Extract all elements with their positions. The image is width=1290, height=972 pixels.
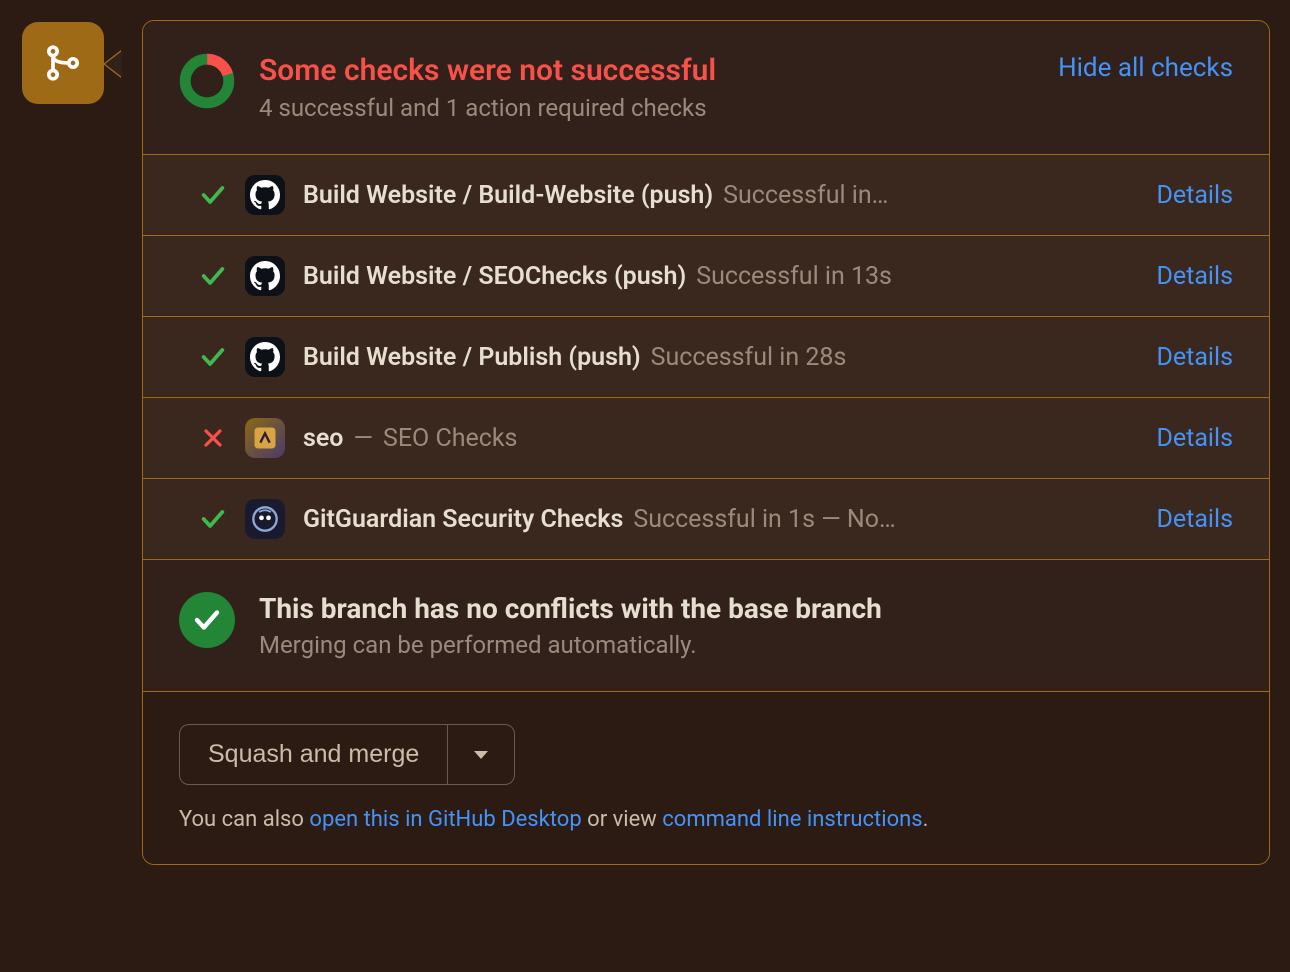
check-main: seo — SEO Checks <box>303 424 1138 453</box>
conflicts-section: This branch has no conflicts with the ba… <box>143 560 1269 692</box>
conflicts-title: This branch has no conflicts with the ba… <box>259 592 1233 625</box>
caret-down-icon <box>474 750 488 760</box>
checks-header: Some checks were not successful 4 succes… <box>143 21 1269 155</box>
squash-merge-button[interactable]: Squash and merge <box>180 725 448 784</box>
hint-text: . <box>923 807 929 832</box>
check-row: seo — SEO Checks Details <box>143 398 1269 479</box>
hint-text: You can also <box>179 807 309 832</box>
check-row: Build Website / SEOChecks (push) Successf… <box>143 236 1269 317</box>
conflicts-subtitle: Merging can be performed automatically. <box>259 631 1233 659</box>
merge-panel: Some checks were not successful 4 succes… <box>142 20 1270 865</box>
details-link[interactable]: Details <box>1156 505 1233 534</box>
check-status-text: Successful in 13s <box>696 262 892 291</box>
toggle-checks-link[interactable]: Hide all checks <box>1058 53 1233 83</box>
git-merge-icon <box>43 43 83 83</box>
actions-hint: You can also open this in GitHub Desktop… <box>179 807 1233 832</box>
app-icon <box>245 418 285 458</box>
success-circle-icon <box>179 592 235 648</box>
check-name: Build Website / SEOChecks (push) <box>303 262 686 291</box>
check-row: GitGuardian Security Checks Successful in… <box>143 479 1269 560</box>
check-failure-icon <box>199 426 227 450</box>
app-icon <box>245 256 285 296</box>
check-status-text: Successful in 1s — No… <box>633 505 895 534</box>
check-name: seo <box>303 424 343 453</box>
details-link[interactable]: Details <box>1156 424 1233 453</box>
check-success-icon <box>199 181 227 209</box>
app-icon <box>245 337 285 377</box>
check-main: GitGuardian Security Checks Successful in… <box>303 505 1138 534</box>
check-success-icon <box>199 505 227 533</box>
check-status-text: Successful in… <box>723 181 888 210</box>
status-donut-icon <box>179 53 235 113</box>
details-link[interactable]: Details <box>1156 262 1233 291</box>
check-main: Build Website / Publish (push) Successful… <box>303 343 1138 372</box>
panel-arrow <box>103 50 121 78</box>
details-link[interactable]: Details <box>1156 343 1233 372</box>
check-success-icon <box>199 262 227 290</box>
github-desktop-link[interactable]: open this in GitHub Desktop <box>309 807 581 832</box>
details-link[interactable]: Details <box>1156 181 1233 210</box>
check-status-text: SEO Checks <box>383 424 517 453</box>
checks-subtitle: 4 successful and 1 action required check… <box>259 94 1034 122</box>
merge-actions: Squash and merge You can also open this … <box>143 692 1269 864</box>
check-main: Build Website / SEOChecks (push) Successf… <box>303 262 1138 291</box>
check-success-icon <box>199 343 227 371</box>
check-name: GitGuardian Security Checks <box>303 505 623 534</box>
check-row: Build Website / Build-Website (push) Succ… <box>143 155 1269 236</box>
merge-button-group: Squash and merge <box>179 724 515 785</box>
separator: — <box>353 424 373 453</box>
check-name: Build Website / Publish (push) <box>303 343 641 372</box>
command-line-link[interactable]: command line instructions <box>662 807 922 832</box>
merge-dropdown-button[interactable] <box>448 725 514 784</box>
hint-text: or view <box>582 807 663 832</box>
app-icon <box>245 175 285 215</box>
app-icon <box>245 499 285 539</box>
merge-badge <box>22 22 104 104</box>
check-name: Build Website / Build-Website (push) <box>303 181 713 210</box>
check-main: Build Website / Build-Website (push) Succ… <box>303 181 1138 210</box>
check-status-text: Successful in 28s <box>651 343 847 372</box>
checks-title: Some checks were not successful <box>259 53 1034 88</box>
check-row: Build Website / Publish (push) Successful… <box>143 317 1269 398</box>
